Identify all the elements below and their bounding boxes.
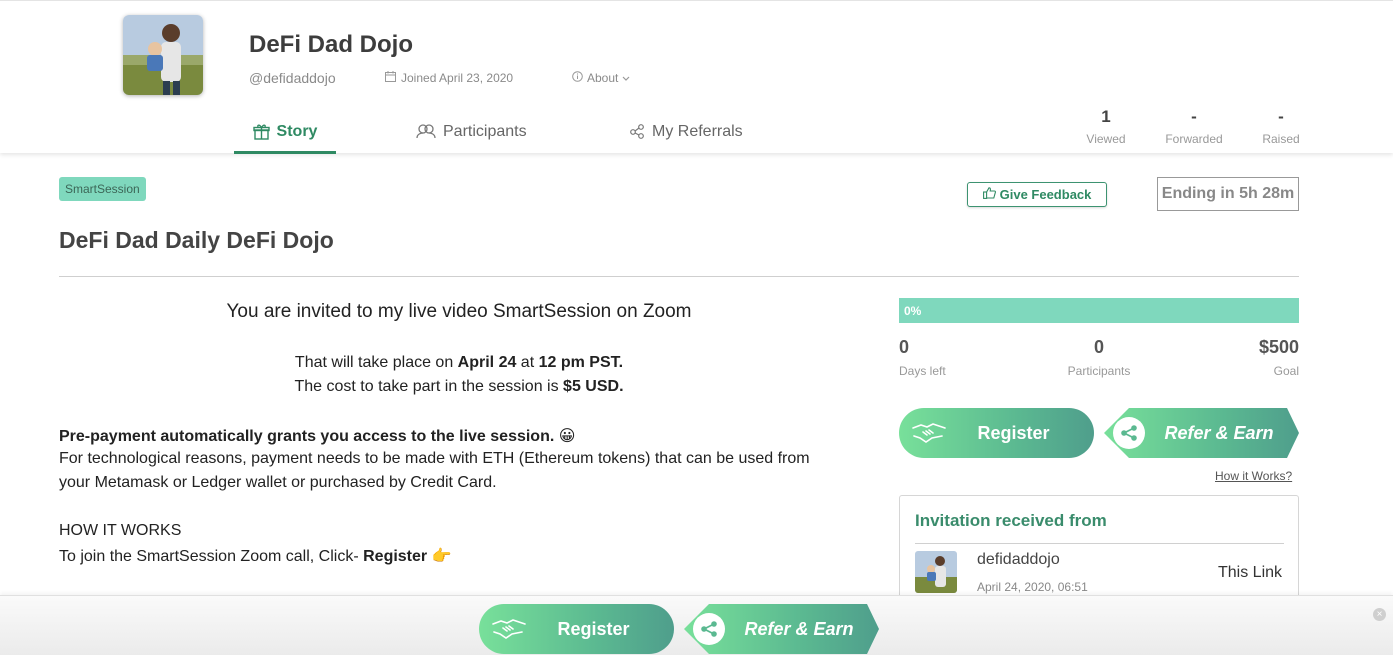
days-left-value: 0	[899, 337, 910, 357]
tab-my-referrals[interactable]: My Referrals	[629, 123, 743, 154]
close-icon[interactable]: ×	[1373, 608, 1386, 621]
progress-bar: 0%	[899, 298, 1299, 323]
share-icon	[693, 613, 725, 645]
stat-viewed-value: 1	[1101, 107, 1111, 126]
goal-stat: $500 Goal	[1219, 337, 1299, 378]
tech-line-2: your Metamask or Ledger wallet or purcha…	[59, 474, 497, 491]
share-nodes-icon	[629, 123, 645, 144]
stat-raised-label: Raised	[1262, 132, 1300, 146]
about-label: About	[587, 71, 619, 85]
join-text: To join the SmartSession Zoom call, Clic…	[59, 548, 364, 565]
tab-my-referrals-label: My Referrals	[652, 123, 743, 140]
date-line-text: That will take place on	[294, 354, 458, 371]
stat-raised: - Raised	[1236, 107, 1326, 146]
title-divider	[59, 276, 1299, 277]
inviter-avatar	[915, 551, 957, 593]
stat-viewed: 1 Viewed	[1061, 107, 1151, 146]
tab-participants-label: Participants	[443, 123, 527, 140]
register-label: Register	[977, 422, 1050, 443]
people-icon	[416, 123, 436, 144]
goal-label: Goal	[1273, 364, 1299, 378]
goal-value: $500	[1258, 337, 1299, 357]
profile-name: DeFi Dad Dojo	[249, 31, 414, 58]
sticky-register-label: Register	[557, 618, 630, 639]
invitation-title: Invitation received from	[915, 511, 1107, 530]
give-feedback-button[interactable]: Give Feedback	[967, 182, 1107, 207]
date-line-time: 12 pm PST.	[538, 354, 624, 371]
sticky-action-bar: Register Refer & Earn ×	[0, 595, 1393, 655]
join-register-text: Register	[363, 548, 428, 565]
participants-value: 0	[1093, 337, 1104, 357]
invitation-link: This Link	[1218, 564, 1283, 581]
grin-emoji-icon: 😀	[558, 428, 576, 445]
prepay-text: Pre-payment automatically grants you acc…	[59, 428, 555, 445]
profile-handle: @defidaddojo	[249, 70, 336, 86]
how-it-works-link[interactable]: How it Works?	[1215, 469, 1292, 483]
about-dropdown[interactable]: About	[572, 71, 630, 85]
ending-countdown: Ending in 5h 28m	[1157, 177, 1299, 211]
cost-line-text: The cost to take part in the session is	[294, 378, 564, 395]
calendar-icon	[385, 71, 396, 85]
days-left-stat: 0 Days left	[899, 337, 946, 378]
gift-icon	[252, 123, 270, 145]
cost-line-amount: $5 USD.	[563, 378, 624, 395]
days-left-label: Days left	[899, 364, 946, 378]
refer-earn-button[interactable]: Refer & Earn	[1104, 408, 1299, 458]
story-date-line: That will take place on April 24 at 12 p…	[59, 354, 859, 372]
pointing-hand-emoji-icon: 👉	[431, 548, 452, 565]
date-line-at: at	[516, 354, 539, 371]
join-line: To join the SmartSession Zoom call, Clic…	[59, 546, 452, 566]
tab-story-label: Story	[276, 123, 318, 140]
joined-label: Joined April 23, 2020	[401, 71, 514, 85]
register-button[interactable]: Register	[899, 408, 1094, 458]
stat-forwarded-value: -	[1191, 107, 1197, 126]
joined-date: Joined April 23, 2020	[385, 71, 513, 85]
give-feedback-label: Give Feedback	[999, 187, 1092, 202]
story-heading: You are invited to my live video SmartSe…	[226, 301, 692, 322]
sticky-register-button[interactable]: Register	[479, 604, 674, 654]
share-icon	[1113, 417, 1145, 449]
refer-earn-label: Refer & Earn	[1164, 422, 1274, 443]
stat-raised-value: -	[1278, 107, 1284, 126]
stat-viewed-label: Viewed	[1086, 132, 1126, 146]
profile-header: DeFi Dad Dojo @defidaddojo Joined April …	[0, 0, 1393, 154]
thumbs-up-icon	[982, 187, 996, 202]
stat-forwarded-label: Forwarded	[1165, 132, 1223, 146]
tab-story[interactable]: Story	[234, 123, 336, 154]
session-type-badge: SmartSession	[59, 177, 146, 201]
participants-stat: 0 Participants	[1067, 337, 1131, 378]
invitation-divider	[915, 543, 1284, 544]
handshake-icon	[479, 618, 529, 640]
stat-forwarded: - Forwarded	[1149, 107, 1239, 146]
profile-avatar	[123, 15, 203, 95]
tech-line-1: For technological reasons, payment needs…	[59, 450, 810, 467]
prepay-line: Pre-payment automatically grants you acc…	[59, 426, 575, 446]
how-it-works-heading: HOW IT WORKS	[59, 522, 182, 539]
chevron-down-icon	[622, 71, 630, 85]
date-line-date: April 24	[457, 354, 517, 371]
invitation-date: April 24, 2020, 06:51	[977, 580, 1088, 594]
sticky-refer-earn-button[interactable]: Refer & Earn	[684, 604, 879, 654]
handshake-icon	[899, 422, 949, 444]
story-cost-line: The cost to take part in the session is …	[59, 378, 859, 396]
tab-participants[interactable]: Participants	[416, 123, 527, 154]
session-title: DeFi Dad Daily DeFi Dojo	[59, 227, 334, 253]
sticky-refer-earn-label: Refer & Earn	[744, 618, 854, 639]
info-icon	[572, 71, 583, 85]
inviter-username: defidaddojo	[977, 551, 1060, 568]
progress-label: 0%	[904, 304, 922, 318]
participants-label: Participants	[1067, 364, 1131, 378]
